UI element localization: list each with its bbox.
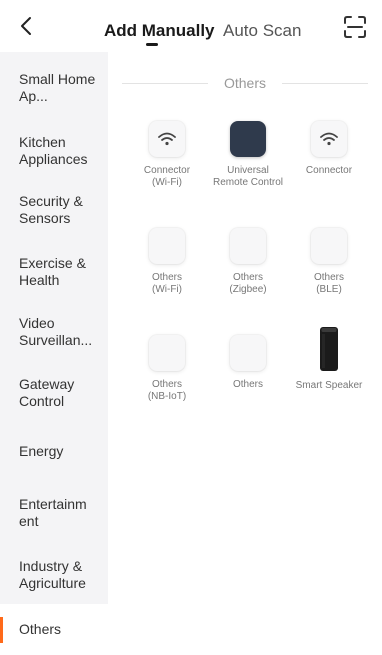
device-name: Others (151, 379, 182, 390)
sidebar-item-entertainment[interactable]: Entertainm ent (0, 489, 108, 537)
wifi-icon (149, 121, 185, 157)
sidebar-item-exercise-health[interactable]: Exercise & Health (0, 248, 108, 296)
sidebar-item-others[interactable]: Others (0, 604, 108, 655)
blank-device-icon (311, 228, 347, 264)
top-bar: Add Manually Auto Scan (0, 0, 382, 52)
device-universal-remote-control[interactable]: Universal Remote Control (202, 121, 294, 189)
device-subtitle: Remote Control (212, 177, 284, 188)
scan-qr-icon[interactable] (343, 15, 367, 39)
sidebar-item-industry-agriculture[interactable]: Industry & Agriculture (0, 551, 108, 599)
sidebar-item-kitchen-appliances[interactable]: Kitchen Appliances (0, 127, 108, 175)
device-protocol: (BLE) (316, 284, 342, 295)
device-name: Others (151, 272, 182, 283)
device-connector[interactable]: Connector (283, 121, 375, 177)
sidebar-item-small-home-appliances[interactable]: Small Home Ap... (0, 64, 108, 112)
device-name: Others (232, 272, 263, 283)
device-name: Smart Speaker (295, 380, 363, 391)
wifi-icon (311, 121, 347, 157)
blank-device-icon (230, 335, 266, 371)
sidebar-item-label: Exercise & Health (19, 255, 86, 288)
device-others-ble[interactable]: Others (BLE) (283, 228, 375, 296)
device-others-nb-iot[interactable]: Others (NB-IoT) (121, 335, 213, 403)
device-others[interactable]: Others (202, 335, 294, 391)
device-name: Others (232, 379, 263, 390)
device-name: Universal (227, 165, 269, 176)
device-others-wifi[interactable]: Others (Wi-Fi) (121, 228, 213, 296)
device-protocol: (Zigbee) (229, 284, 267, 295)
sidebar-item-label: Gateway Control (19, 376, 75, 409)
tab-add-manually[interactable]: Add Manually (104, 21, 215, 41)
device-protocol: (Wi-Fi) (152, 177, 182, 188)
device-others-zigbee[interactable]: Others (Zigbee) (202, 228, 294, 296)
sidebar-item-gateway-control[interactable]: Gateway Control (0, 369, 108, 417)
blank-device-icon (149, 335, 185, 371)
device-list-panel: Others Connector (Wi-Fi) Universal Remot… (108, 52, 382, 655)
sidebar-item-label: Industry & Agriculture (19, 558, 86, 591)
device-protocol: (Wi-Fi) (152, 284, 182, 295)
blank-device-icon (230, 228, 266, 264)
active-tab-indicator (146, 43, 158, 46)
device-connector-wifi[interactable]: Connector (Wi-Fi) (121, 121, 213, 189)
section-divider-right (282, 83, 368, 84)
sidebar-item-security-sensors[interactable]: Security & Sensors (0, 186, 108, 234)
back-icon[interactable] (14, 14, 38, 38)
device-smart-speaker[interactable]: Smart Speaker (283, 326, 375, 392)
sidebar-item-label: Video Surveillan... (19, 315, 93, 348)
tab-auto-scan[interactable]: Auto Scan (223, 21, 301, 41)
smart-speaker-icon (311, 326, 347, 372)
device-protocol: (NB-IoT) (147, 391, 187, 402)
sidebar-item-label: Energy (19, 442, 64, 459)
device-name: Connector (143, 165, 191, 176)
remote-control-icon (230, 121, 266, 157)
sidebar-active-indicator (0, 617, 3, 643)
sidebar-item-label: Others (19, 621, 62, 637)
sidebar-item-label: Small Home Ap... (19, 71, 96, 104)
device-name: Others (313, 272, 344, 283)
blank-device-icon (149, 228, 185, 264)
sidebar-item-video-surveillance[interactable]: Video Surveillan... (0, 308, 108, 356)
sidebar-item-label: Security & Sensors (19, 193, 83, 226)
device-name: Connector (305, 165, 353, 176)
sidebar-item-label: Entertainm ent (19, 496, 87, 529)
sidebar-item-label: Kitchen Appliances (19, 134, 88, 167)
sidebar-item-energy[interactable]: Energy (0, 436, 108, 466)
category-sidebar: Small Home Ap... Kitchen Appliances Secu… (0, 52, 108, 655)
